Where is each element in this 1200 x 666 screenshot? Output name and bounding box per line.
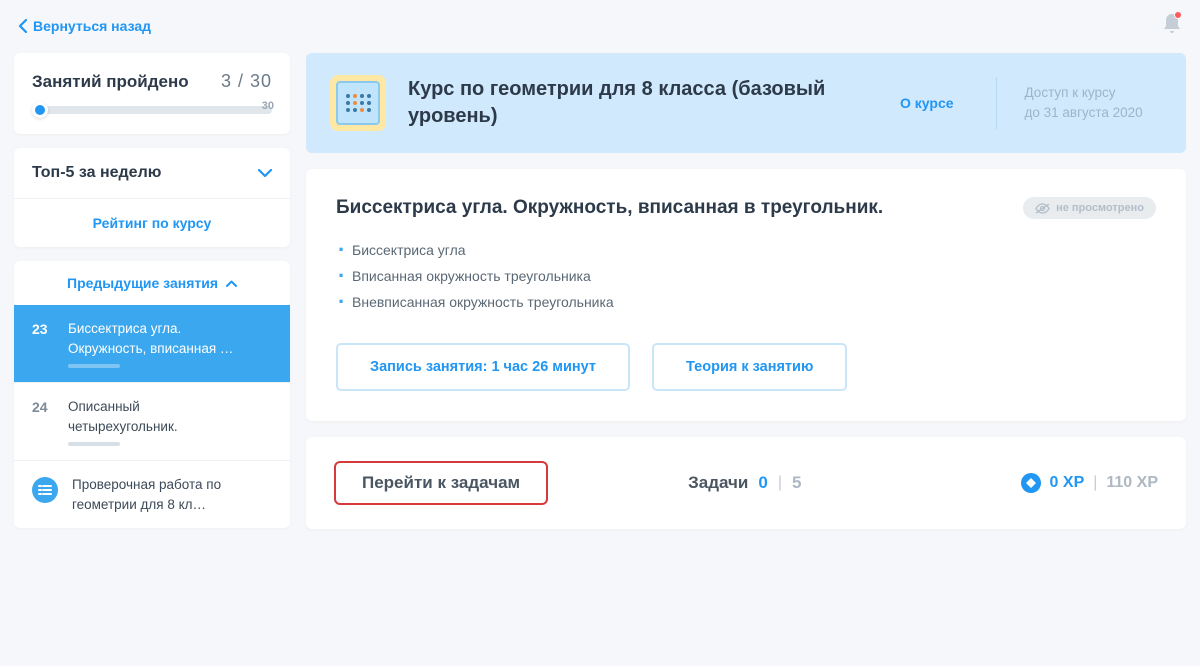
topic-item: Вписанная окружность треугольника [336, 263, 1156, 289]
lesson-item-23[interactable]: 23 Биссектриса угла. Окружность, вписанн… [14, 305, 290, 382]
lesson-number: 24 [32, 397, 54, 415]
lesson-number: 23 [32, 319, 54, 337]
topic-item: Биссектриса угла [336, 237, 1156, 263]
chevron-up-icon [226, 280, 237, 287]
tasks-counter: Задачи 0 | 5 [688, 473, 801, 493]
progress-title: Занятий пройдено [32, 72, 189, 92]
lesson-title-line2: четырехугольник. [68, 417, 274, 437]
lesson-title-line1: Описанный [68, 397, 274, 417]
lesson-detail-card: Биссектриса угла. Окружность, вписанная … [306, 169, 1186, 421]
top5-toggle[interactable]: Топ-5 за неделю [14, 148, 290, 198]
top5-title: Топ-5 за неделю [32, 164, 161, 182]
tasks-total-count: 5 [792, 473, 801, 493]
topic-item: Вневписанная окружность треугольника [336, 289, 1156, 315]
notification-dot [1174, 11, 1182, 19]
xp-total: 110 XP [1106, 474, 1158, 492]
recording-button[interactable]: Запись занятия: 1 час 26 минут [336, 343, 630, 391]
course-title: Курс по геометрии для 8 класса (базовый … [408, 76, 878, 130]
lesson-title-line2: Окружность, вписанная … [68, 339, 274, 359]
progress-max-label: 30 [262, 100, 274, 112]
tasks-done-count: 0 [758, 473, 767, 493]
top5-card: Топ-5 за неделю Рейтинг по курсу [14, 148, 290, 247]
previous-lessons-toggle[interactable]: Предыдущие занятия [14, 261, 290, 305]
notifications-button[interactable] [1162, 12, 1182, 39]
chevron-down-icon [258, 169, 272, 178]
lesson-detail-title: Биссектриса угла. Окружность, вписанная … [336, 197, 883, 219]
course-icon [330, 75, 386, 131]
list-icon [32, 477, 58, 503]
chevron-left-icon [18, 19, 27, 33]
lessons-card: Предыдущие занятия 23 Биссектриса угла. … [14, 261, 290, 528]
lesson-title-line1: Биссектриса угла. [68, 319, 274, 339]
xp-counter: 0 XP | 110 XP [1021, 473, 1158, 493]
progress-bar[interactable]: 30 [32, 106, 272, 114]
progress-card: Занятий пройдено 3 / 30 30 [14, 53, 290, 134]
tasks-card: Перейти к задачам Задачи 0 | 5 0 XP | 11… [306, 437, 1186, 529]
course-access-info: Доступ к курсу до 31 августа 2020 [1019, 83, 1143, 124]
previous-lessons-label: Предыдущие занятия [67, 275, 218, 291]
about-course-link[interactable]: О курсе [900, 95, 974, 111]
unseen-badge: не просмотрено [1023, 197, 1156, 219]
lesson-item-test[interactable]: Проверочная работа по геометрии для 8 кл… [14, 460, 290, 528]
theory-button[interactable]: Теория к занятию [652, 343, 847, 391]
back-label: Вернуться назад [33, 18, 151, 34]
back-link[interactable]: Вернуться назад [18, 18, 151, 34]
topic-list: Биссектриса угла Вписанная окружность тр… [336, 237, 1156, 315]
lesson-progress-mini [68, 442, 120, 446]
tasks-label: Задачи [688, 473, 748, 493]
divider [996, 77, 997, 129]
progress-count: 3 / 30 [221, 71, 272, 92]
lesson-title-line1: Проверочная работа по [72, 475, 274, 495]
lesson-progress-mini [68, 364, 120, 368]
progress-thumb [32, 102, 48, 118]
lesson-title-line2: геометрии для 8 кл… [72, 495, 274, 515]
course-rating-button[interactable]: Рейтинг по курсу [14, 198, 290, 247]
lesson-item-24[interactable]: 24 Описанный четырехугольник. [14, 382, 290, 460]
diamond-icon [1021, 473, 1041, 493]
eye-off-icon [1035, 203, 1050, 214]
go-to-tasks-button[interactable]: Перейти к задачам [334, 461, 548, 505]
xp-current: 0 XP [1050, 474, 1085, 492]
course-banner: Курс по геометрии для 8 класса (базовый … [306, 53, 1186, 153]
